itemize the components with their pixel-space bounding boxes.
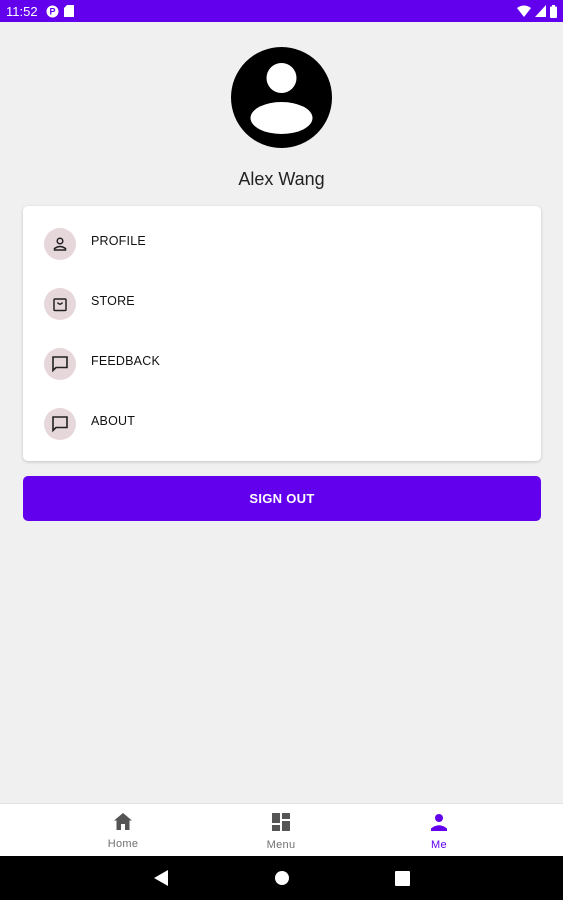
menu-item-about[interactable]: ABOUT — [23, 386, 541, 446]
home-circle-icon[interactable] — [272, 868, 292, 888]
account-circle-icon — [231, 47, 332, 148]
menu-item-label: FEEDBACK — [91, 354, 160, 368]
person-icon — [44, 228, 76, 260]
menu-item-label: PROFILE — [91, 234, 146, 248]
menu-item-label: ABOUT — [91, 414, 136, 428]
cell-signal-icon — [535, 5, 546, 17]
recents-icon[interactable] — [392, 868, 412, 888]
back-icon[interactable] — [151, 868, 171, 888]
menu-item-profile[interactable]: PROFILE — [23, 206, 541, 266]
nav-item-menu[interactable]: Menu — [221, 804, 341, 857]
battery-icon — [550, 4, 557, 18]
status-icons-right — [517, 4, 557, 18]
profile-menu-card: PROFILE STORE FEEDBACK ABOUT — [23, 206, 541, 461]
sign-out-button[interactable]: SIGN OUT — [23, 476, 541, 521]
status-icons-left: P — [46, 5, 74, 18]
sd-card-icon — [63, 5, 74, 17]
nav-item-label: Home — [107, 838, 139, 850]
nav-item-me[interactable]: Me — [379, 804, 499, 857]
user-name: Alex Wang — [238, 169, 325, 189]
svg-text:P: P — [49, 6, 55, 16]
home-icon — [114, 813, 132, 835]
notification-p-icon: P — [46, 5, 59, 18]
nav-item-label: Me — [431, 839, 447, 851]
shopping-bag-icon — [44, 288, 76, 320]
bottom-navigation: Home Menu Me — [0, 803, 563, 856]
nav-item-label: Menu — [266, 839, 296, 851]
chat-bubble-icon — [44, 348, 76, 380]
status-bar: 11:52 P — [0, 0, 563, 22]
system-navigation-bar — [0, 856, 563, 900]
status-time: 11:52 — [6, 3, 38, 19]
nav-item-home[interactable]: Home — [63, 804, 183, 857]
chat-bubble-icon — [44, 408, 76, 440]
dashboard-icon — [272, 813, 290, 836]
person-icon — [430, 813, 448, 836]
menu-item-store[interactable]: STORE — [23, 266, 541, 326]
menu-item-feedback[interactable]: FEEDBACK — [23, 326, 541, 386]
wifi-icon — [517, 5, 531, 17]
menu-item-label: STORE — [91, 294, 135, 308]
